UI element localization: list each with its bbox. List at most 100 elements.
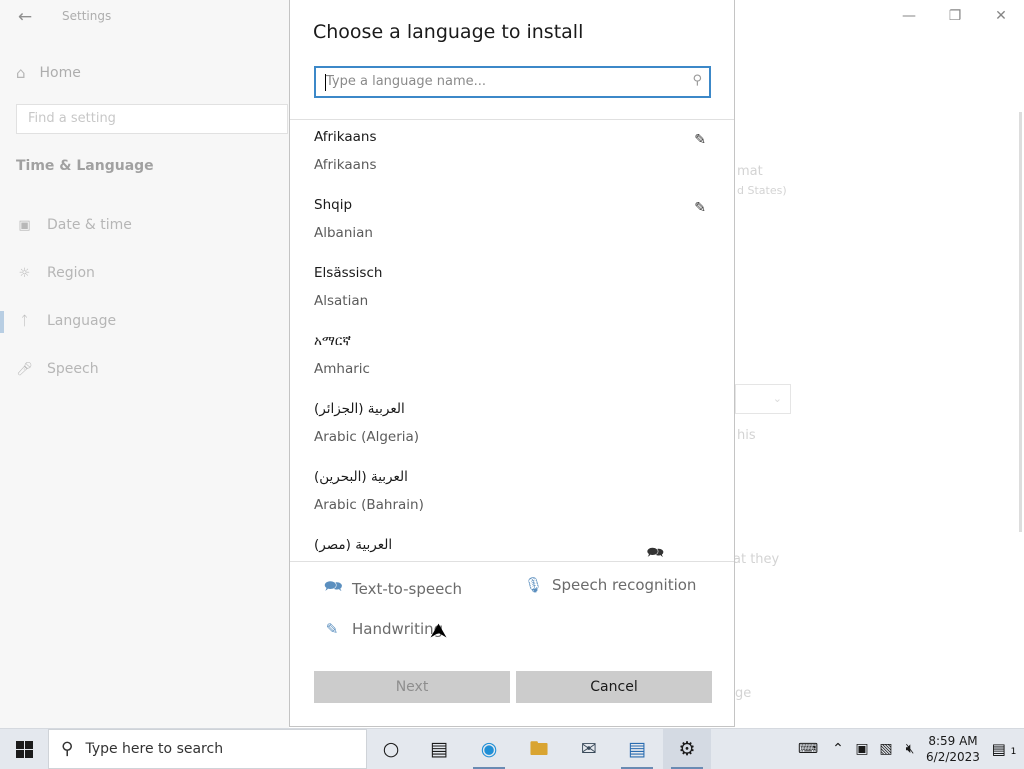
mail-icon[interactable]: ✉ (565, 729, 613, 769)
divider (290, 561, 734, 562)
file-explorer-icon[interactable]: 🖿︎ (515, 729, 563, 769)
settings-scrollbar[interactable] (1019, 112, 1022, 532)
bg-text-they: at they (733, 552, 780, 567)
language-english-name: Amharic (314, 361, 370, 377)
nav-home-label: Home (39, 65, 81, 81)
divider (290, 119, 734, 120)
volume-muted-icon[interactable]: 🔇︎ (898, 741, 922, 757)
language-icon: ᛏ (20, 313, 29, 329)
sidebar-item-speech[interactable]: 🎤︎ Speech (16, 357, 99, 381)
language-item-amharic[interactable]: አማርኛ Amharic (314, 326, 714, 392)
text-to-speech-icon: 🗪︎ (324, 577, 343, 595)
language-search-placeholder: Type a language name... (326, 74, 487, 89)
language-native-name: Shqip (314, 197, 353, 213)
back-arrow-icon[interactable]: ← (14, 6, 36, 28)
language-english-name: Alsatian (314, 293, 369, 309)
gear-icon: ⚙ (678, 738, 696, 760)
section-title: Time & Language (16, 158, 154, 174)
bg-text-ge: ge (735, 686, 752, 701)
monitor-icon: ▤ (628, 738, 646, 760)
language-item-alsatian[interactable]: Elsässisch Alsatian (314, 258, 714, 324)
microphone-icon: 🎙︎ (524, 576, 544, 594)
settings-nav-pane: ← Settings ⌂ Home Find a setting Time & … (0, 0, 289, 728)
sidebar-item-label: Date & time (47, 217, 132, 233)
sidebar-item-region[interactable]: ☼ Region (16, 261, 95, 285)
system-tray: ⌨ ⌃ ▣ ▧ 🔇︎ 8:59 AM 6/2/2023 ▤ 1 (790, 729, 1024, 769)
language-item-arabic-bahrain[interactable]: العربية (البحرين) Arabic (Bahrain) (314, 462, 714, 528)
cortana-icon[interactable]: ○ (367, 729, 415, 769)
taskbar-search-box[interactable]: ⚲ Type here to search (48, 729, 367, 769)
language-native-name: Afrikaans (314, 129, 377, 145)
bg-language-dropdown[interactable]: ⌄ (735, 384, 791, 414)
handwriting-icon: ✎ (325, 620, 339, 638)
input-indicator-icon[interactable]: ⌨ (790, 741, 826, 757)
clock[interactable]: 8:59 AM 6/2/2023 (922, 733, 984, 765)
meet-now-icon[interactable]: ▣ (850, 741, 874, 757)
legend-speech-recognition: 🎙︎ Speech recognition (524, 576, 696, 594)
language-native-name: አማርኛ (314, 333, 351, 349)
search-icon: ⚲ (692, 73, 702, 88)
edge-logo-icon: ◉ (480, 738, 498, 760)
cancel-button[interactable]: Cancel (516, 671, 712, 703)
task-view-icon[interactable]: ▤ (415, 729, 463, 769)
sidebar-item-label: Region (47, 265, 95, 281)
remote-desktop-icon[interactable]: ▤ (613, 729, 661, 769)
language-native-name: Elsässisch (314, 265, 383, 281)
nav-home[interactable]: ⌂ Home (16, 64, 81, 82)
text-to-speech-icon: 🗪︎ (646, 545, 664, 560)
language-native-name: العربية (البحرين) (314, 469, 408, 485)
language-item-arabic-egypt[interactable]: العربية (مصر) 🗪︎ (314, 530, 714, 560)
notification-center-icon[interactable]: ▤ 1 (984, 740, 1024, 758)
sidebar-item-label: Language (47, 313, 117, 329)
language-item-albanian[interactable]: Shqip Albanian ✎ (314, 190, 714, 256)
search-icon: ⚲ (61, 739, 74, 759)
clock-date: 6/2/2023 (926, 750, 980, 764)
calendar-clock-icon: ▣ (18, 217, 31, 233)
taskbar-search-placeholder: Type here to search (85, 741, 224, 757)
find-setting-placeholder: Find a setting (28, 111, 116, 126)
notification-count: 1 (1010, 747, 1017, 757)
network-icon[interactable]: ▧ (874, 741, 898, 757)
taskbar: ⚲ Type here to search ○ ▤ ◉ 🖿︎ ✉ ▤ ⚙ ⌨ ⌃… (0, 728, 1024, 769)
handwriting-icon: ✎ (694, 200, 706, 216)
start-button[interactable] (0, 729, 48, 769)
language-list: Afrikaans Afrikaans ✎ Shqip Albanian ✎ E… (290, 122, 734, 560)
speech-bubble-icon: ▤ (991, 740, 1006, 758)
language-search-input[interactable]: Type a language name... ⚲ (314, 66, 711, 98)
bg-regional-format-value: d States) (737, 184, 787, 197)
sidebar-item-date-time[interactable]: ▣ Date & time (16, 213, 132, 237)
handwriting-icon: ✎ (694, 132, 706, 148)
restore-button[interactable]: ❐ (932, 0, 978, 32)
language-native-name: العربية (مصر) (314, 537, 393, 553)
bg-regional-format-label: mat (737, 164, 763, 179)
language-english-name: Albanian (314, 225, 373, 241)
minimize-button[interactable]: — (886, 0, 932, 32)
window-title: Settings (62, 9, 112, 23)
bg-text-this: his (737, 428, 756, 443)
windows-logo-icon (15, 740, 33, 758)
language-english-name: Arabic (Bahrain) (314, 497, 424, 513)
choose-language-dialog: Choose a language to install Type a lang… (289, 0, 735, 727)
globe-icon: ☼ (18, 265, 31, 281)
microphone-icon: 🎤︎ (16, 361, 33, 377)
legend-label: Speech recognition (552, 576, 697, 594)
dialog-title: Choose a language to install (313, 21, 584, 43)
home-icon: ⌂ (16, 64, 26, 82)
sidebar-item-language[interactable]: ᛏ Language (16, 309, 117, 333)
language-item-afrikaans[interactable]: Afrikaans Afrikaans ✎ (314, 122, 714, 188)
close-button[interactable]: ✕ (978, 0, 1024, 32)
edge-browser-icon[interactable]: ◉ (465, 729, 513, 769)
settings-taskbar-icon[interactable]: ⚙ (663, 729, 711, 769)
language-native-name: العربية (الجزائر) (314, 401, 405, 417)
window-controls: — ❐ ✕ (886, 0, 1024, 32)
next-button[interactable]: Next (314, 671, 510, 703)
legend-handwriting: ✎ Handwriting (324, 620, 443, 638)
chevron-up-icon[interactable]: ⌃ (826, 741, 850, 757)
sidebar-item-label: Speech (47, 361, 99, 377)
find-setting-input[interactable]: Find a setting (16, 104, 288, 134)
legend-text-to-speech: 🗪︎ Text-to-speech (324, 576, 462, 601)
language-english-name: Afrikaans (314, 157, 377, 173)
language-item-arabic-algeria[interactable]: العربية (الجزائر) Arabic (Algeria) (314, 394, 714, 460)
language-english-name: Arabic (Algeria) (314, 429, 420, 445)
clock-time: 8:59 AM (928, 734, 978, 748)
